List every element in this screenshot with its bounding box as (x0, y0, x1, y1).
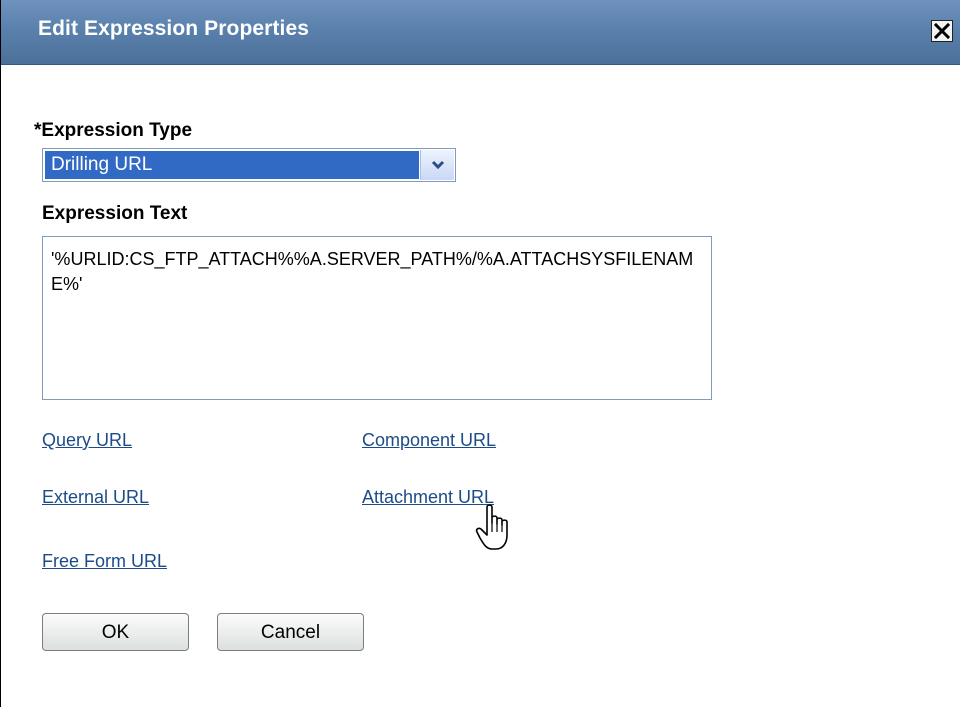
cancel-button[interactable]: Cancel (217, 613, 364, 651)
close-button[interactable] (931, 20, 953, 42)
component-url-link[interactable]: Component URL (362, 430, 496, 451)
ok-button[interactable]: OK (42, 613, 189, 651)
hand-pointer-icon (475, 504, 508, 550)
close-icon (934, 23, 950, 39)
expression-type-value: Drilling URL (45, 151, 419, 179)
expression-text-label: Expression Text (42, 203, 188, 224)
expression-type-select[interactable]: Drilling URL (42, 148, 456, 182)
chevron-down-icon (431, 160, 445, 170)
free-form-url-link[interactable]: Free Form URL (42, 551, 167, 572)
dropdown-arrow-button[interactable] (420, 150, 454, 180)
dialog-title: Edit Expression Properties (38, 17, 310, 40)
edit-expression-dialog: Edit Expression Properties *Expression T… (0, 0, 960, 707)
expression-type-label: *Expression Type (34, 120, 193, 141)
query-url-link[interactable]: Query URL (42, 430, 132, 451)
external-url-link[interactable]: External URL (42, 487, 149, 508)
dialog-titlebar: Edit Expression Properties (1, 0, 960, 65)
expression-text-area[interactable]: '%URLID:CS_FTP_ATTACH%%A.SERVER_PATH%/%A… (42, 236, 712, 400)
